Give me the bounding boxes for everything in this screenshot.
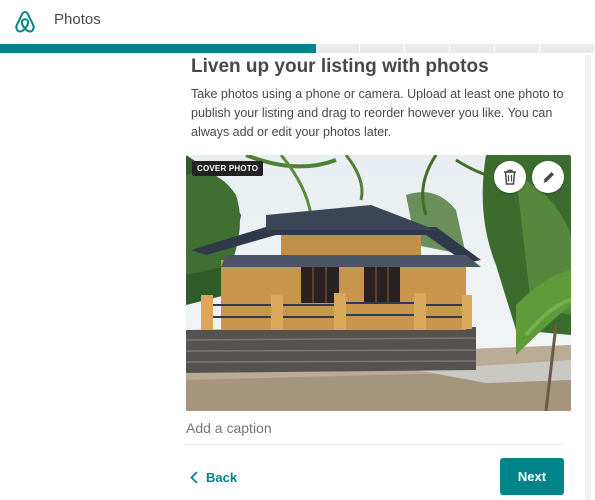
chevron-left-icon bbox=[190, 470, 198, 484]
progress-step bbox=[360, 44, 405, 53]
back-button-label: Back bbox=[206, 469, 238, 485]
next-button[interactable]: Next bbox=[500, 458, 564, 495]
delete-photo-button[interactable] bbox=[494, 161, 526, 193]
progress-fill bbox=[0, 44, 316, 53]
edit-photo-button[interactable] bbox=[532, 161, 564, 193]
caption-input[interactable] bbox=[186, 418, 564, 438]
house-photo-image bbox=[186, 155, 571, 411]
trash-icon bbox=[504, 169, 516, 185]
caption-field[interactable] bbox=[186, 418, 564, 445]
page-title: Photos bbox=[54, 11, 101, 28]
progress-step bbox=[316, 44, 360, 53]
top-bar: Photos bbox=[0, 0, 595, 44]
pencil-icon bbox=[542, 171, 554, 183]
main-content: Liven up your listing with photos Take p… bbox=[191, 55, 581, 142]
back-button[interactable]: Back bbox=[190, 463, 237, 491]
progress-bar bbox=[0, 44, 595, 53]
airbnb-logo-icon[interactable] bbox=[13, 9, 37, 35]
scrollbar[interactable] bbox=[585, 55, 591, 500]
next-button-label: Next bbox=[517, 469, 547, 484]
section-heading: Liven up your listing with photos bbox=[191, 56, 489, 77]
cover-photo-badge: COVER PHOTO bbox=[192, 161, 264, 176]
progress-step bbox=[450, 44, 495, 53]
section-description: Take photos using a phone or camera. Upl… bbox=[191, 87, 564, 139]
progress-step bbox=[495, 44, 540, 53]
progress-step bbox=[540, 44, 595, 53]
progress-step bbox=[405, 44, 450, 53]
cover-photo[interactable] bbox=[186, 155, 571, 411]
